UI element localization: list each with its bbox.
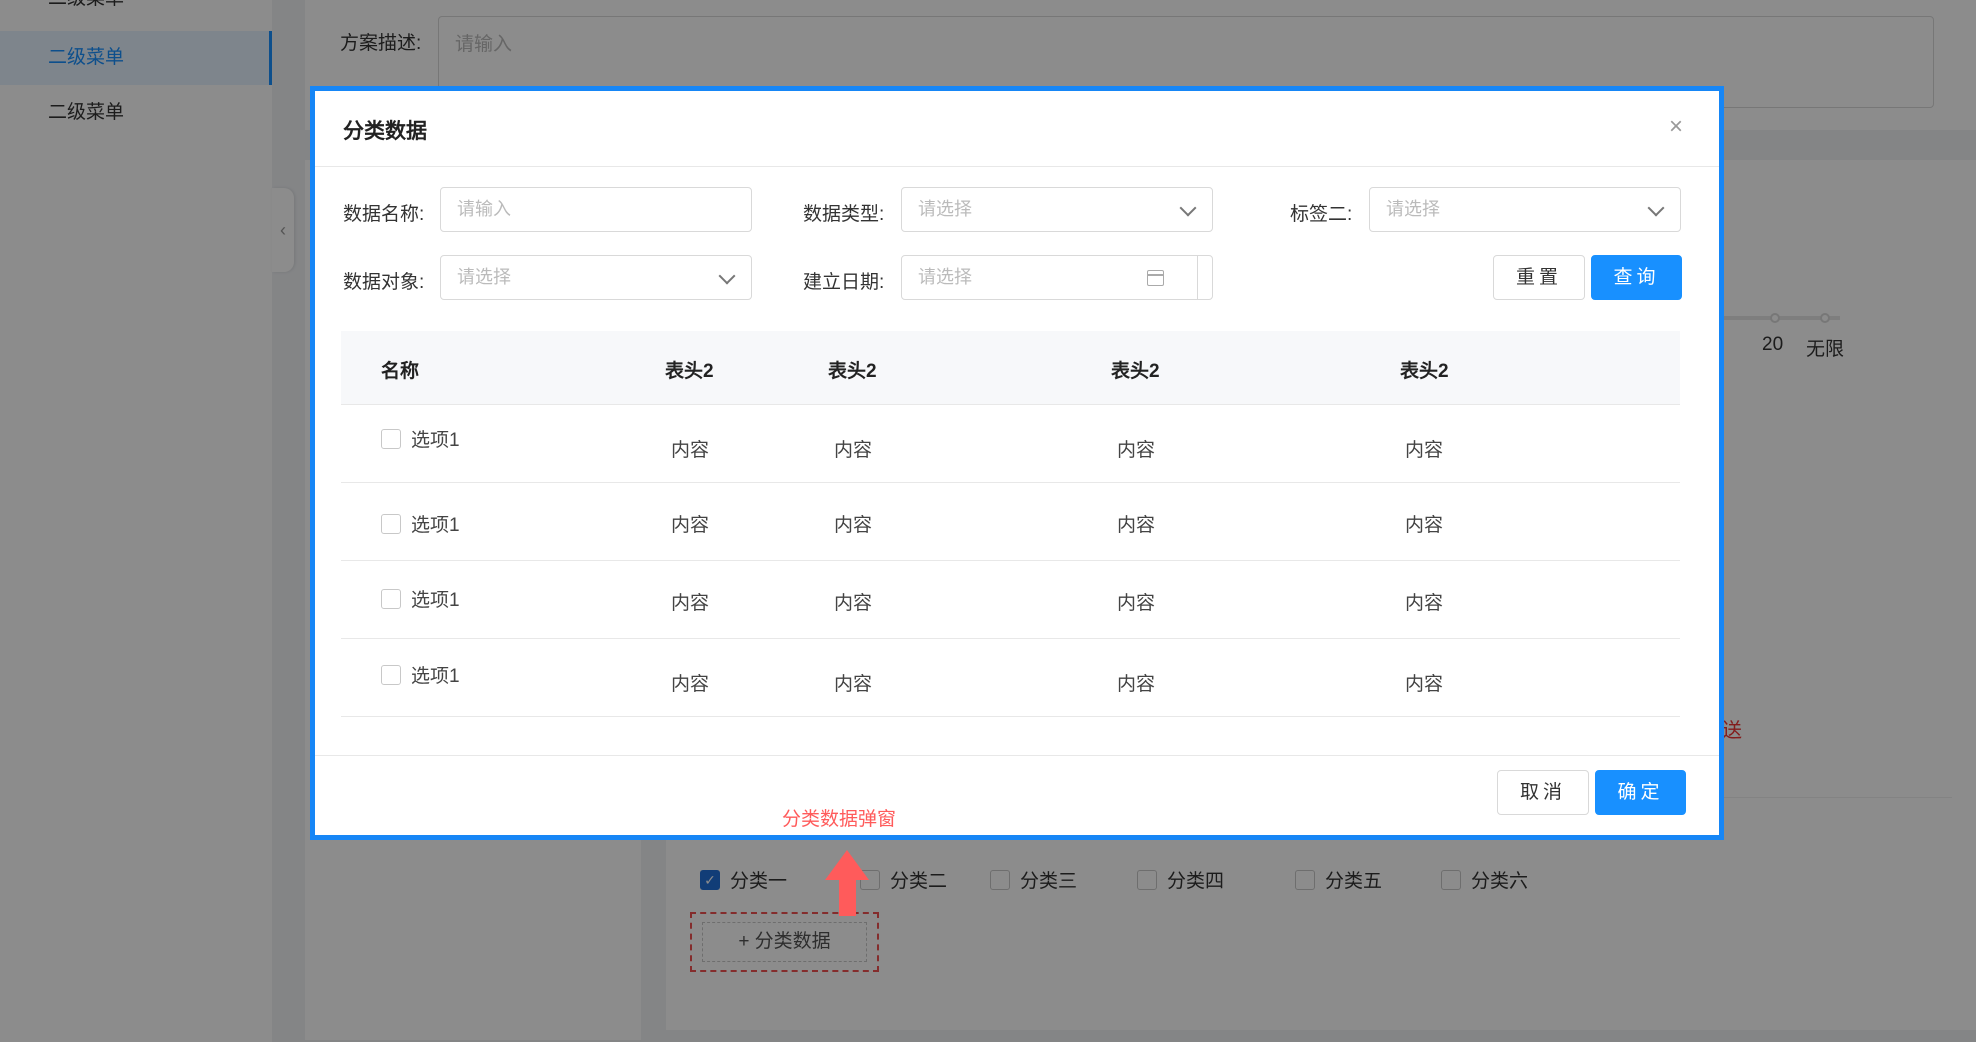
date-label: 建立日期: (803, 272, 885, 293)
table-cell: 内容 (1117, 440, 1156, 461)
column-header: 表头2 (828, 361, 877, 382)
row-checkbox[interactable]: 选项1 (381, 661, 460, 688)
data-type-placeholder: 请选择 (918, 199, 972, 219)
chevron-down-icon (1647, 199, 1665, 217)
table-cell: 内容 (671, 515, 710, 536)
table-cell: 内容 (834, 674, 873, 695)
modal-title: 分类数据 (343, 120, 427, 143)
table-cell: 内容 (1405, 440, 1444, 461)
column-header: 表头2 (1111, 361, 1160, 382)
table-cell: 内容 (671, 440, 710, 461)
reset-button[interactable]: 重置 (1493, 255, 1585, 300)
checkbox-box (381, 513, 401, 534)
data-table: 名称 表头2 表头2 表头2 表头2 选项1 内容 内容 内容 内容 选项1 内… (341, 331, 1680, 717)
confirm-button[interactable]: 确定 (1595, 770, 1686, 815)
date-placeholder: 请选择 (918, 267, 972, 287)
table-cell: 内容 (671, 674, 710, 695)
date-separator (1197, 256, 1198, 299)
row-name: 选项1 (411, 430, 460, 451)
checkbox-box (381, 428, 401, 449)
tag2-label: 标签二: (1290, 204, 1353, 225)
column-header: 名称 (381, 361, 420, 382)
data-object-label: 数据对象: (343, 272, 425, 293)
table-header: 名称 表头2 表头2 表头2 表头2 (341, 331, 1680, 405)
row-name: 选项1 (411, 590, 460, 611)
table-cell: 内容 (1117, 674, 1156, 695)
tag2-placeholder: 请选择 (1386, 199, 1440, 219)
column-header: 表头2 (665, 361, 714, 382)
checkbox-box (381, 664, 401, 685)
annotation-label: 分类数据弹窗 (782, 809, 897, 830)
table-row[interactable]: 选项1 内容 内容 内容 内容 (341, 639, 1680, 717)
cancel-button[interactable]: 取消 (1497, 770, 1589, 815)
data-object-placeholder: 请选择 (457, 267, 511, 287)
tag2-select[interactable]: 请选择 (1369, 187, 1681, 232)
table-cell: 内容 (834, 515, 873, 536)
data-object-select[interactable]: 请选择 (440, 255, 752, 300)
table-cell: 内容 (834, 593, 873, 614)
category-data-modal: 分类数据 × 数据名称: 请输入 数据类型: 请选择 标签二: 请选择 数据对象… (310, 86, 1724, 840)
table-row[interactable]: 选项1 内容 内容 内容 内容 (341, 405, 1680, 483)
data-type-select[interactable]: 请选择 (901, 187, 1213, 232)
table-cell: 内容 (1405, 515, 1444, 536)
modal-footer-divider (315, 755, 1719, 756)
modal-header: 分类数据 × (315, 91, 1719, 167)
arrow-up-icon (825, 850, 869, 916)
row-checkbox[interactable]: 选项1 (381, 510, 460, 537)
row-checkbox[interactable]: 选项1 (381, 585, 460, 612)
date-picker[interactable]: 请选择 (901, 255, 1213, 300)
data-name-label: 数据名称: (343, 204, 425, 225)
table-row[interactable]: 选项1 内容 内容 内容 内容 (341, 483, 1680, 561)
close-icon[interactable]: × (1669, 113, 1683, 141)
table-cell: 内容 (1117, 515, 1156, 536)
data-name-input[interactable]: 请输入 (440, 187, 752, 232)
query-button[interactable]: 查询 (1591, 255, 1682, 300)
table-cell: 内容 (834, 440, 873, 461)
row-name: 选项1 (411, 666, 460, 687)
table-cell: 内容 (1405, 593, 1444, 614)
table-cell: 内容 (671, 593, 710, 614)
data-type-label: 数据类型: (803, 204, 885, 225)
column-header: 表头2 (1400, 361, 1449, 382)
table-cell: 内容 (1117, 593, 1156, 614)
chevron-down-icon (718, 267, 736, 285)
row-checkbox[interactable]: 选项1 (381, 425, 460, 452)
chevron-down-icon (1179, 199, 1197, 217)
table-cell: 内容 (1405, 674, 1444, 695)
row-name: 选项1 (411, 515, 460, 536)
checkbox-box (381, 588, 401, 609)
calendar-icon (1147, 270, 1164, 286)
table-row[interactable]: 选项1 内容 内容 内容 内容 (341, 561, 1680, 639)
